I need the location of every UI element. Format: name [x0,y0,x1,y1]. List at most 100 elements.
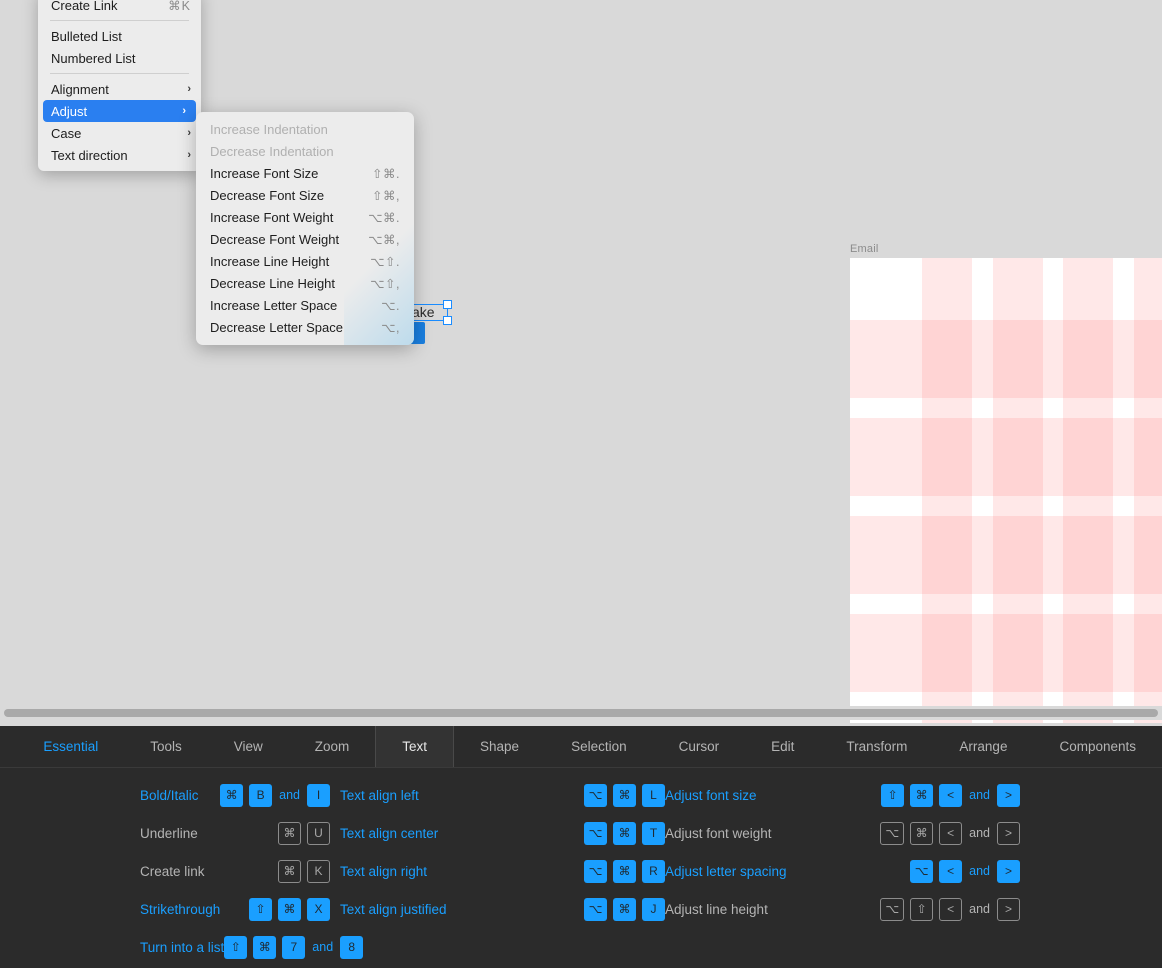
submenu-item-label: Increase Indentation [210,121,328,137]
key-cap: > [997,821,1020,845]
menu-item-label: Create Link [51,0,118,13]
submenu-item-label: Increase Letter Space [210,297,338,313]
scrollbar-thumb[interactable] [4,709,1158,717]
shortcut-keys: ⌥ < and > [845,859,1020,883]
key-cap: < [939,897,963,921]
chevron-right-icon: › [187,83,191,95]
tab-essential[interactable]: Essential [17,726,124,767]
menu-item-alignment[interactable]: Alignment › [38,78,201,100]
shortcut-label: Adjust letter spacing [665,863,787,879]
tab-shape[interactable]: Shape [454,726,545,767]
menu-item-label: Alignment [51,81,109,97]
shortcut-keys: ⇧ ⌘ X [220,897,330,921]
tab-view[interactable]: View [208,726,289,767]
grid-row-guide [850,418,1162,496]
menu-item-adjust[interactable]: Adjust › [43,100,196,122]
key-cap: < [939,859,963,883]
submenu-item-increase-font-size[interactable]: Increase Font Size ⇧⌘. [196,162,414,184]
submenu-item-decrease-font-weight[interactable]: Decrease Font Weight ⌥⌘, [196,228,414,250]
menu-item-create-link[interactable]: Create Link ⌘K [38,0,201,16]
tab-text[interactable]: Text [375,726,455,767]
submenu-item-shortcut: ⌥, [381,320,400,335]
submenu-item-increase-letter-space[interactable]: Increase Letter Space ⌥. [196,294,414,316]
tab-transform[interactable]: Transform [820,726,933,767]
selection-handle-bottom-right[interactable] [443,316,452,325]
adjust-submenu[interactable]: Increase Indentation Decrease Indentatio… [196,112,414,345]
shortcut-conjunction: and [969,788,990,802]
shortcut-row: Adjust font weight ⌥ ⌘ < and > [665,814,1020,852]
key-cap: > [997,783,1020,807]
menu-item-shortcut: ⌘K [168,0,191,13]
tab-arrange[interactable]: Arrange [933,726,1033,767]
shortcut-conjunction: and [969,826,990,840]
tab-components[interactable]: Components [1033,726,1162,767]
shortcut-row: Text align left ⌥ ⌘ L [340,776,665,814]
shortcut-column-3: Adjust font size ⇧ ⌘ < and > Adjust font weigh… [665,776,1125,968]
menu-item-text-direction[interactable]: Text direction › [38,144,201,166]
tab-cursor[interactable]: Cursor [653,726,746,767]
key-cap: ⌘ [910,783,934,807]
key-cap: < [939,821,963,845]
shortcut-row: Turn into a list ⇧ ⌘ 7 and 8 [140,928,364,966]
text-context-menu[interactable]: Create Link ⌘K Bulleted List Numbered Li… [38,0,201,171]
key-cap: ⇧ [249,897,272,921]
menu-item-label: Bulleted List [51,28,122,44]
shortcut-row: Create link ⌘ K [140,852,330,890]
key-cap: > [997,897,1020,921]
tab-zoom[interactable]: Zoom [289,726,376,767]
shortcut-keys: ⌥ ⌘ L [535,783,665,807]
key-cap: ⌘ [613,859,636,883]
shortcut-label: Adjust font weight [665,825,772,841]
shortcut-keys: ⌥ ⌘ J [535,897,665,921]
key-cap: X [307,897,330,921]
selected-text-label: ake [412,304,435,320]
shortcut-keys: ⌥ ⌘ < and > [845,821,1020,845]
shortcut-keys: ⌘ Band I [199,783,330,807]
selection-handle-top-right[interactable] [443,300,452,309]
submenu-item-label: Decrease Letter Space [210,319,343,335]
grid-row-guide [850,320,1162,398]
shortcut-label: Text align right [340,863,428,879]
menu-item-case[interactable]: Case › [38,122,201,144]
chevron-right-icon: › [182,105,186,117]
submenu-item-label: Decrease Font Weight [210,231,340,247]
tab-tools[interactable]: Tools [124,726,208,767]
key-cap: R [642,859,665,883]
key-cap: L [642,783,665,807]
menu-item-bulleted-list[interactable]: Bulleted List [38,25,201,47]
shortcut-conjunction: and [279,788,300,802]
key-cap: I [307,783,330,807]
menu-item-label: Text direction [51,147,128,163]
key-cap: ⌥ [910,859,934,883]
menu-item-numbered-list[interactable]: Numbered List [38,47,201,69]
submenu-item-label: Decrease Line Height [210,275,336,291]
shortcut-columns: Bold/Italic ⌘ Band I Underline ⌘ U Create link ⌘… [0,768,1162,968]
key-cap: ⌘ [278,897,301,921]
key-cap: ⌥ [584,783,607,807]
shortcut-label: Text align justified [340,901,447,917]
shortcut-row: Adjust letter spacing ⌥ < and > [665,852,1020,890]
submenu-item-decrease-indentation: Decrease Indentation [196,140,414,162]
shortcut-row: Adjust font size ⇧ ⌘ < and > [665,776,1020,814]
shortcut-keys: ⇧ ⌘ < and > [845,783,1020,807]
submenu-item-shortcut: ⌥. [381,298,400,313]
shortcut-category-tabs[interactable]: Essential Tools View Zoom Text Shape Selection… [0,726,1162,768]
canvas-horizontal-scrollbar[interactable] [0,706,1162,720]
submenu-item-increase-font-weight[interactable]: Increase Font Weight ⌥⌘. [196,206,414,228]
tab-selection[interactable]: Selection [545,726,653,767]
submenu-item-decrease-letter-space[interactable]: Decrease Letter Space ⌥, [196,316,414,338]
key-cap: K [307,859,330,883]
shortcut-label: Bold/Italic [140,787,199,803]
chevron-right-icon: › [187,127,191,139]
tab-edit[interactable]: Edit [745,726,820,767]
key-cap: ⌥ [584,821,607,845]
key-cap: ⌘ [253,935,277,959]
shortcut-row: Text align center ⌥ ⌘ T [340,814,665,852]
submenu-item-decrease-line-height[interactable]: Decrease Line Height ⌥⇧, [196,272,414,294]
submenu-item-shortcut: ⌥⌘. [368,210,400,225]
submenu-item-increase-line-height[interactable]: Increase Line Height ⌥⇧. [196,250,414,272]
shortcut-row: Adjust line height ⌥ ⇧ < and > [665,890,1020,928]
submenu-item-decrease-font-size[interactable]: Decrease Font Size ⇧⌘, [196,184,414,206]
shortcut-label: Adjust font size [665,787,757,803]
key-cap: ⌥ [584,859,607,883]
